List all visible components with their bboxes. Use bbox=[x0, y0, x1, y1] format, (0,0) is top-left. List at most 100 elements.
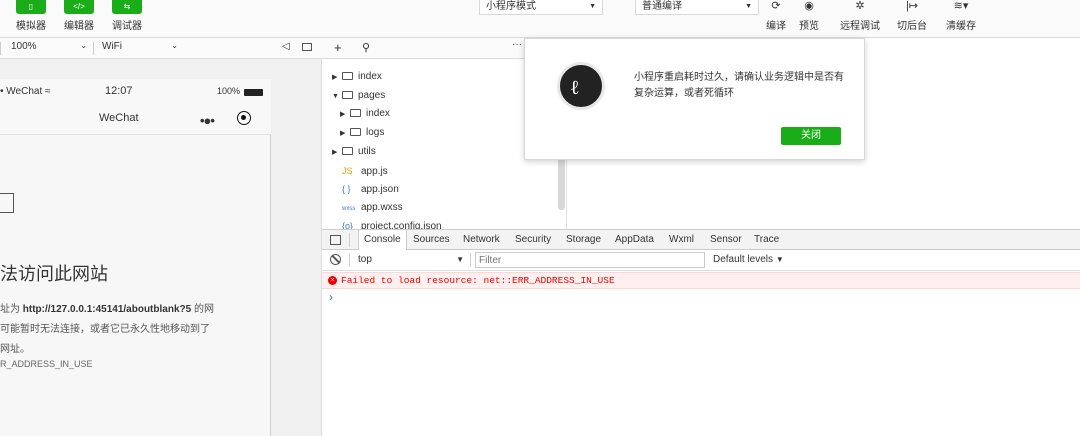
remote-debug-button[interactable]: ✲ 远程调试 bbox=[838, 0, 882, 32]
file-tree-item[interactable]: JS app.js bbox=[342, 164, 388, 178]
eye-icon: ◉ bbox=[804, 0, 814, 12]
nav-title: WeChat bbox=[99, 112, 139, 124]
tab-storage[interactable]: Storage bbox=[566, 230, 601, 250]
tab-sources[interactable]: Sources bbox=[413, 230, 450, 250]
compile-button[interactable]: ⟳ 编译 bbox=[764, 0, 788, 32]
folder-open-icon bbox=[342, 91, 353, 99]
mode-select[interactable]: 小程序模式 ▼ bbox=[479, 0, 603, 15]
file-tree-item[interactable]: ▶ logs bbox=[340, 126, 384, 140]
error-body: 址为 http://127.0.0.1:45141/aboutblank?5 的… bbox=[0, 304, 214, 355]
status-bar: • WeChat ≈ 12:07 100% bbox=[0, 79, 271, 105]
error-icon: × bbox=[328, 276, 337, 285]
file-tree-item-label: app.wxss bbox=[361, 202, 403, 213]
network-select[interactable]: WiFi ⌄ bbox=[102, 41, 180, 55]
window-icon[interactable] bbox=[302, 43, 312, 51]
divider bbox=[349, 233, 350, 247]
clear-cache-button[interactable]: ≋▾ 清缓存 bbox=[945, 0, 977, 32]
simulator-label: 模拟器 bbox=[16, 21, 46, 32]
add-icon[interactable]: + bbox=[334, 40, 342, 55]
error-code: R_ADDRESS_IN_USE bbox=[0, 359, 93, 369]
tab-appdata[interactable]: AppData bbox=[615, 230, 654, 250]
file-tree-item[interactable]: {o} project.config.json bbox=[342, 219, 442, 229]
preview-button[interactable]: ◉ 预览 bbox=[796, 0, 822, 32]
clear-console-icon[interactable] bbox=[330, 254, 341, 265]
console-error-line: × Failed to load resource: net::ERR_ADDR… bbox=[322, 272, 1080, 289]
divider bbox=[93, 42, 94, 55]
caret-right-icon[interactable]: ▶ bbox=[340, 108, 350, 122]
battery-icon bbox=[244, 89, 263, 96]
editor-button[interactable]: </> 编辑器 bbox=[59, 0, 99, 32]
debugger-label: 调试器 bbox=[112, 21, 142, 32]
debugger-button[interactable]: ⇆ 调试器 bbox=[107, 0, 147, 32]
file-tree-item[interactable]: wxss app.wxss bbox=[342, 201, 403, 215]
folder-icon bbox=[350, 109, 361, 117]
file-tree-item[interactable]: ▶ index bbox=[332, 70, 382, 84]
file-tree-item[interactable]: ▶ index bbox=[340, 107, 390, 121]
divider bbox=[0, 42, 1, 55]
chevron-down-icon: ⌄ bbox=[171, 41, 178, 50]
console-toolbar: top ▼ Default levels ▼ bbox=[322, 250, 1080, 271]
context-select[interactable]: top ▼ bbox=[358, 253, 466, 267]
timeout-dialog: ℓ 小程序重启耗时过久，请确认业务逻辑中是否有复杂运算，或者死循环 关闭 bbox=[524, 38, 865, 160]
editor-label: 编辑器 bbox=[64, 21, 94, 32]
tab-sensor[interactable]: Sensor bbox=[710, 230, 742, 250]
caret-right-icon[interactable]: ▶ bbox=[332, 146, 342, 160]
volume-icon[interactable]: ◁ bbox=[282, 41, 290, 52]
inspect-icon[interactable] bbox=[330, 235, 341, 245]
error-url: http://127.0.0.1:45141/aboutblank?5 bbox=[22, 304, 192, 315]
file-tree-item-label: index bbox=[358, 71, 382, 82]
simulator-panel: • WeChat ≈ 12:07 100% WeChat •●• 法访问此网站 … bbox=[0, 59, 322, 436]
capsule-close-icon[interactable] bbox=[237, 111, 251, 125]
close-button[interactable]: 关闭 bbox=[781, 127, 841, 145]
js-file-icon: JS bbox=[342, 166, 353, 176]
capsule-menu-icon[interactable]: •●• bbox=[200, 113, 215, 128]
phone-screen: • WeChat ≈ 12:07 100% WeChat •●• 法访问此网站 … bbox=[0, 79, 271, 436]
file-tree-item[interactable]: ▼ pages bbox=[332, 89, 385, 103]
json-file-icon: {o} bbox=[342, 221, 354, 229]
stack-icon: ≋▾ bbox=[953, 0, 969, 12]
file-tree-item[interactable]: ▶ utils bbox=[332, 145, 376, 159]
tab-security[interactable]: Security bbox=[515, 230, 551, 250]
file-tree-item-label: index bbox=[366, 108, 390, 119]
folder-icon bbox=[342, 72, 353, 80]
file-tree-item-label: app.js bbox=[361, 166, 388, 177]
compile-select[interactable]: 普通编译 ▼ bbox=[635, 0, 759, 15]
clear-cache-label: 清缓存 bbox=[946, 21, 976, 32]
levels-select[interactable]: Default levels ▼ bbox=[713, 254, 784, 265]
search-icon[interactable]: ⚲ bbox=[362, 41, 370, 54]
zoom-select[interactable]: 100% ⌄ bbox=[11, 41, 89, 55]
console-prompt[interactable]: › bbox=[329, 290, 333, 304]
tab-network[interactable]: Network bbox=[463, 230, 500, 250]
background-button[interactable]: |↦ 切后台 bbox=[896, 0, 928, 32]
file-tree-item[interactable]: { } app.json bbox=[342, 182, 399, 196]
bug-icon: ✲ bbox=[855, 0, 865, 12]
more-icon[interactable]: ··· bbox=[512, 39, 522, 50]
wxss-file-icon: wxss bbox=[342, 206, 356, 212]
error-message: Failed to load resource: net::ERR_ADDRES… bbox=[341, 275, 615, 286]
divider bbox=[470, 253, 471, 267]
file-tree-item-label: pages bbox=[358, 90, 386, 101]
tab-wxml[interactable]: Wxml bbox=[669, 230, 694, 250]
miniprogram-logo-icon: ℓ bbox=[557, 62, 605, 110]
background-label: 切后台 bbox=[897, 21, 927, 32]
context-value: top bbox=[358, 254, 372, 265]
caret-right-icon[interactable]: ▶ bbox=[340, 127, 350, 141]
tab-trace[interactable]: Trace bbox=[754, 230, 779, 250]
chevron-down-icon: ⌄ bbox=[80, 41, 87, 50]
file-tree-item-label: project.config.json bbox=[361, 221, 442, 229]
phone-icon: ▯ bbox=[16, 0, 46, 14]
chevron-down-icon: ▼ bbox=[775, 255, 784, 264]
mode-select-value: 小程序模式 bbox=[486, 1, 536, 12]
preview-label: 预览 bbox=[799, 21, 819, 32]
folder-icon bbox=[350, 128, 361, 136]
clock: 12:07 bbox=[105, 85, 133, 97]
zoom-value: 100% bbox=[11, 41, 37, 52]
error-title: 法访问此网站 bbox=[0, 264, 108, 285]
caret-down-icon[interactable]: ▼ bbox=[332, 90, 342, 104]
top-toolbar: ▯ 模拟器 </> 编辑器 ⇆ 调试器 小程序模式 ▼ 普通编译 ▼ ⟳ 编译 … bbox=[0, 0, 1080, 38]
filter-input[interactable] bbox=[475, 252, 705, 268]
caret-right-icon[interactable]: ▶ bbox=[332, 71, 342, 85]
wifi-icon: ≈ bbox=[45, 86, 51, 97]
tab-console[interactable]: Console bbox=[358, 230, 407, 251]
simulator-button[interactable]: ▯ 模拟器 bbox=[11, 0, 51, 32]
